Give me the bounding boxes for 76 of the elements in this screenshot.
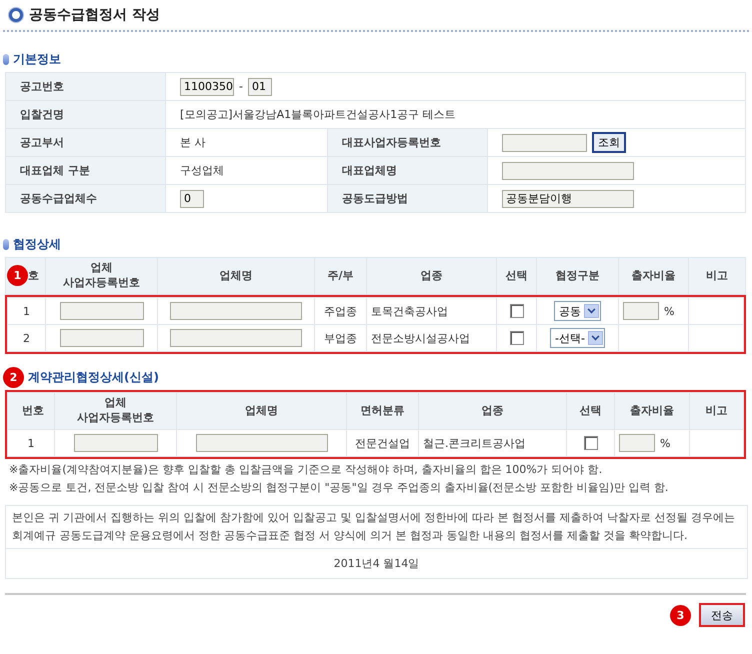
column-header: 면허분류 — [360, 404, 404, 417]
checkbox[interactable] — [510, 304, 524, 318]
unit-text: % — [660, 436, 670, 450]
bullet-icon — [9, 8, 23, 22]
input-field[interactable]: 공동분담이행 — [502, 190, 634, 208]
field-label: 공고부서 — [20, 136, 64, 149]
input-field[interactable] — [619, 434, 655, 452]
section-title: 계약관리협정상세(신설) — [28, 368, 159, 386]
table-cell: 부업종 — [324, 332, 357, 344]
column-header: 업체명 — [245, 404, 278, 417]
input-field[interactable]: 01 — [248, 78, 272, 96]
table-cell: 전문소방시설공사업 — [371, 332, 470, 344]
row-number: 2 — [23, 332, 30, 344]
field-label: 공동수급업체수 — [20, 192, 97, 205]
input-field[interactable] — [60, 329, 144, 347]
input-field[interactable] — [196, 434, 328, 452]
bullet-icon — [3, 238, 9, 250]
column-header: 선택 — [580, 404, 602, 417]
pledge-text: 본인은 귀 기관에서 집행하는 위의 입찰에 참가함에 있어 입찰공고 및 입찰설명서에 정한바에 따라 본 협정서를 제출하여 낙찰자로 선정될 경우에는 회계예규 공동도급계약 운용요령에서 정한 공동수급표준 협정 서 양식에 의거 본 협정과 동일한 내용의 협정서를 제출할 것을 확약합니다. — [6, 506, 747, 549]
table-cell: 토목건축공사업 — [371, 304, 448, 318]
table-cell: 전문건설업 — [355, 436, 410, 450]
column-header: 출자비율 — [632, 268, 676, 282]
column-header: 업종 — [482, 404, 504, 417]
column-header: 업체 사업자등록번호 — [63, 261, 140, 289]
input-field[interactable] — [170, 302, 302, 320]
column-header: 업체 사업자등록번호 — [77, 396, 154, 424]
input-field[interactable] — [623, 302, 659, 320]
checkbox[interactable] — [584, 436, 598, 450]
column-header: 협정구분 — [556, 268, 600, 282]
section-title: 기본정보 — [13, 50, 61, 68]
field-label: 공고번호 — [20, 80, 64, 93]
field-value: 본 사 — [180, 136, 206, 149]
note-text: ※공동으로 토건, 전문소방 입찰 참여 시 전문소방의 협정구분이 "공동"일 경우 주업종의 출자비율(전문소방 포함한 비율임)만 입력 함. — [9, 480, 670, 496]
field-value: [모의공고]서울강남A1블록아파트건설공사1공구 테스트 — [180, 108, 456, 121]
checkbox[interactable] — [510, 331, 524, 345]
number-badge: 3 — [670, 604, 691, 626]
section-title: 협정상세 — [13, 236, 61, 252]
field-value: 구성업체 — [180, 164, 224, 177]
field-label: 입찰건명 — [20, 108, 64, 121]
column-header: 비고 — [706, 404, 728, 417]
note-text: ※출자비율(계약참여지분율)은 향후 입찰할 총 입찰금액을 기준으로 작성해야 하며, 출자비율의 합은 100%가 되어야 함. — [9, 462, 604, 478]
field-label: 공동도급방법 — [342, 192, 408, 205]
column-header: 번호 — [22, 404, 44, 417]
dropdown[interactable]: -선택- — [550, 328, 605, 348]
page-title: 공동수급협정서 작성 — [29, 6, 160, 24]
column-header: 주/부 — [327, 268, 354, 282]
column-header: 선택 — [506, 268, 528, 282]
input-field[interactable] — [170, 329, 302, 347]
field-label: 대표업체명 — [342, 164, 397, 177]
table-cell: 주업종 — [324, 304, 357, 318]
separator-text: - — [239, 80, 243, 93]
column-header: 업체명 — [220, 268, 252, 282]
field-label: 대표업체 구분 — [20, 164, 90, 177]
input-field[interactable] — [502, 134, 587, 152]
input-field[interactable] — [60, 302, 144, 320]
input-field[interactable] — [502, 162, 634, 180]
number-badge: 2 — [3, 366, 24, 388]
column-header: 비고 — [706, 268, 728, 282]
bullet-icon — [3, 54, 9, 64]
input-field[interactable] — [74, 434, 158, 452]
table-cell: 철근.콘크리트공사업 — [423, 436, 526, 450]
unit-text: % — [664, 304, 674, 318]
row-number: 1 — [28, 436, 34, 450]
field-label: 대표사업자등록번호 — [342, 136, 441, 149]
caret-icon — [588, 331, 603, 345]
input-field[interactable]: 1100350 — [180, 78, 234, 96]
row-number: 1 — [23, 304, 30, 318]
caret-icon — [584, 304, 599, 318]
submit-button[interactable]: 전송 — [699, 603, 745, 627]
input-field[interactable]: 0 — [180, 190, 204, 208]
dropdown[interactable]: 공동 — [554, 301, 601, 321]
lookup-button[interactable]: 조회 — [592, 132, 626, 153]
date-text: 2011년4 월14일 — [334, 557, 420, 570]
column-header: 업종 — [420, 268, 442, 282]
column-header: 출자비율 — [630, 404, 674, 417]
column-header: 호 — [28, 268, 39, 282]
